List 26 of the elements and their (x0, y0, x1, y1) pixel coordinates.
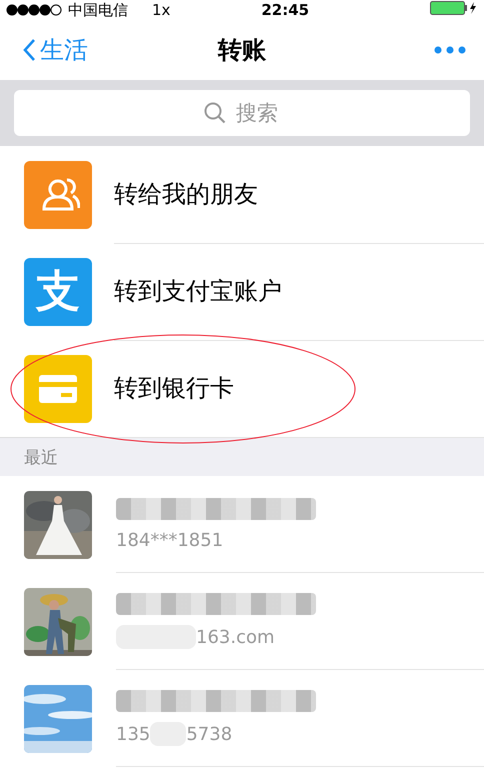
contact-detail: 5738 (186, 724, 232, 744)
chevron-left-icon (22, 38, 36, 62)
option-label: 转到支付宝账户 (114, 276, 282, 307)
network-type: 1x (152, 1, 170, 19)
option-label: 转给我的朋友 (114, 179, 258, 210)
contact-detail: 163.com (196, 626, 275, 648)
contact-row[interactable]: 163.com (0, 573, 484, 670)
clock-time: 22:45 (261, 1, 310, 19)
carrier-name: 中国电信 (68, 0, 128, 20)
transfer-option[interactable]: 转到银行卡 (0, 340, 484, 437)
option-label: 转到银行卡 (114, 373, 234, 404)
transfer-option[interactable]: 支 转到支付宝账户 (0, 243, 484, 340)
search-icon (204, 102, 226, 124)
contact-row[interactable]: 135 5738 (0, 670, 484, 767)
more-icon[interactable] (434, 46, 466, 54)
transfer-option[interactable]: 转给我的朋友 (0, 146, 484, 243)
contact-detail: 135 (116, 724, 150, 744)
app-icon: 支 (24, 258, 92, 326)
back-button[interactable]: 生活 (22, 34, 88, 66)
contact-detail: 184***1851 (116, 530, 224, 550)
battery-icon (430, 1, 478, 15)
signal-icon (6, 4, 62, 16)
section-header: 最近 (24, 446, 58, 468)
contact-row[interactable]: 184***1851 (0, 476, 484, 573)
page-title: 转账 (218, 35, 266, 66)
search-field[interactable]: 搜索 (14, 90, 470, 136)
